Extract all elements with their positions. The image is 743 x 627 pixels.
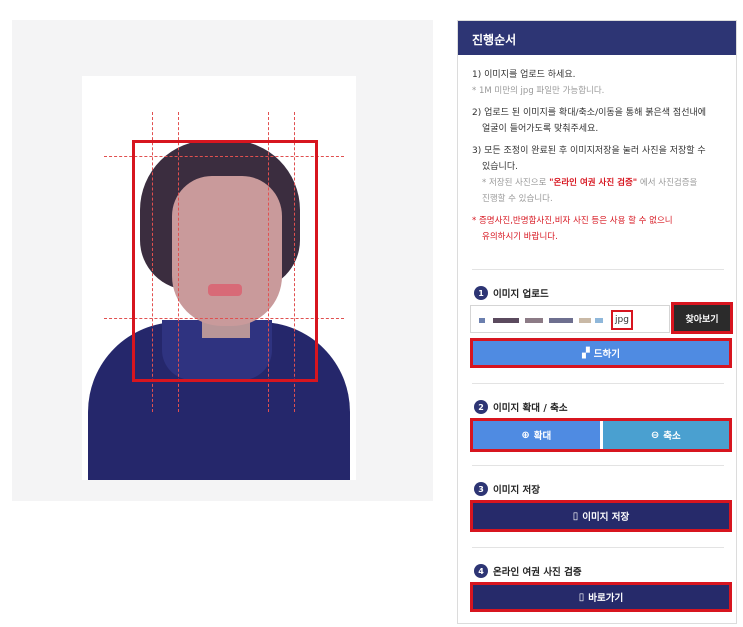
step-3-text: 3) 모든 조정이 완료된 후 이미지저장을 눌러 사진을 저장할 수 bbox=[472, 146, 706, 156]
section-verify-title: 4 온라인 여권 사진 검증 bbox=[474, 564, 582, 578]
save-image-button[interactable]: ▯ 이미지 저장 bbox=[473, 503, 729, 529]
upload-button-label: 드하기 bbox=[593, 349, 620, 360]
document-icon: ▯ bbox=[572, 510, 579, 522]
file-extension: jpg bbox=[611, 310, 633, 330]
save-image-label: 이미지 저장 bbox=[582, 512, 630, 523]
save-button-frame: ▯ 이미지 저장 bbox=[470, 500, 732, 532]
crop-frame[interactable] bbox=[132, 140, 318, 382]
document-icon: ▯ bbox=[578, 591, 585, 603]
zoom-buttons-frame: ⊕ 확대 ⊖ 축소 bbox=[470, 418, 732, 452]
step-3-note-a: * 저장된 사진으로 bbox=[482, 178, 550, 188]
section-number-4: 4 bbox=[474, 564, 488, 578]
step-3-note: * 저장된 사진으로 "온라인 여권 사진 검증" 에서 사진검증을 bbox=[472, 175, 722, 191]
section-upload-title: 1 이미지 업로드 bbox=[474, 286, 549, 300]
warning-line-1: * 증명사진,반명함사진,비자 사진 등은 사용 할 수 없으니 bbox=[472, 216, 673, 226]
zoom-in-label: 확대 bbox=[533, 431, 552, 442]
section-save-label: 이미지 저장 bbox=[493, 485, 541, 496]
browse-button[interactable]: 찾아보기 bbox=[674, 305, 730, 331]
steps-list: 1) 이미지를 업로드 하세요. * 1M 미만의 jpg 파일만 가능합니다.… bbox=[458, 55, 736, 245]
divider bbox=[472, 383, 724, 384]
step-1: 1) 이미지를 업로드 하세요. * 1M 미만의 jpg 파일만 가능합니다. bbox=[472, 67, 722, 99]
divider bbox=[472, 269, 724, 270]
zoom-in-icon: ⊕ bbox=[521, 429, 530, 441]
panel-title: 진행순서 bbox=[458, 21, 736, 55]
upload-button-frame: ▞ 드하기 bbox=[470, 338, 732, 368]
zoom-out-button[interactable]: ⊖ 축소 bbox=[602, 421, 729, 449]
section-verify-label: 온라인 여권 사진 검증 bbox=[493, 567, 582, 578]
go-button-frame: ▯ 바로가기 bbox=[470, 582, 732, 612]
divider bbox=[472, 465, 724, 466]
warning-text: * 증명사진,반명함사진,비자 사진 등은 사용 할 수 없으니 유의하시기 바… bbox=[472, 213, 722, 245]
step-3-note-b: 에서 사진검증을 bbox=[637, 178, 698, 188]
go-verify-button[interactable]: ▯ 바로가기 bbox=[473, 585, 729, 609]
step-1-note: * 1M 미만의 jpg 파일만 가능합니다. bbox=[472, 86, 605, 96]
step-2: 2) 업로드 된 이미지를 확대/축소/이동을 통해 붉은색 점선내에 얼굴이 … bbox=[472, 105, 722, 137]
file-path-field[interactable]: jpg bbox=[470, 305, 670, 333]
step-1-text: 1) 이미지를 업로드 하세요. bbox=[472, 70, 576, 80]
zoom-out-icon: ⊖ bbox=[650, 429, 660, 441]
step-3-note-cont: 진행할 수 있습니다. bbox=[482, 194, 553, 204]
section-number-2: 2 bbox=[474, 400, 488, 414]
section-number-1: 1 bbox=[474, 286, 488, 300]
zoom-out-label: 축소 bbox=[663, 431, 681, 442]
upload-button[interactable]: ▞ 드하기 bbox=[473, 341, 729, 365]
divider bbox=[472, 547, 724, 548]
step-3: 3) 모든 조정이 완료된 후 이미지저장을 눌러 사진을 저장할 수 있습니다… bbox=[472, 143, 722, 207]
step-3-text-cont: 있습니다. bbox=[482, 162, 518, 172]
step-2-text: 2) 업로드 된 이미지를 확대/축소/이동을 통해 붉은색 점선내에 bbox=[472, 108, 707, 118]
section-zoom-label: 이미지 확대 / 축소 bbox=[493, 403, 568, 414]
section-save-title: 3 이미지 저장 bbox=[474, 482, 540, 496]
section-number-3: 3 bbox=[474, 482, 488, 496]
pixelated-text-icon: ▞ bbox=[582, 347, 590, 359]
zoom-in-button[interactable]: ⊕ 확대 bbox=[473, 421, 600, 449]
go-verify-label: 바로가기 bbox=[588, 593, 624, 604]
warning-line-2: 유의하시기 바랍니다. bbox=[482, 232, 558, 242]
step-2-text-cont: 얼굴이 들어가도록 맞춰주세요. bbox=[482, 124, 599, 134]
section-upload-label: 이미지 업로드 bbox=[493, 289, 549, 300]
section-zoom-title: 2 이미지 확대 / 축소 bbox=[474, 400, 568, 414]
instruction-panel: 진행순서 1) 이미지를 업로드 하세요. * 1M 미만의 jpg 파일만 가… bbox=[457, 20, 737, 624]
browse-button-frame: 찾아보기 bbox=[671, 302, 733, 334]
verify-link-text: "온라인 여권 사진 검증" bbox=[549, 178, 638, 188]
